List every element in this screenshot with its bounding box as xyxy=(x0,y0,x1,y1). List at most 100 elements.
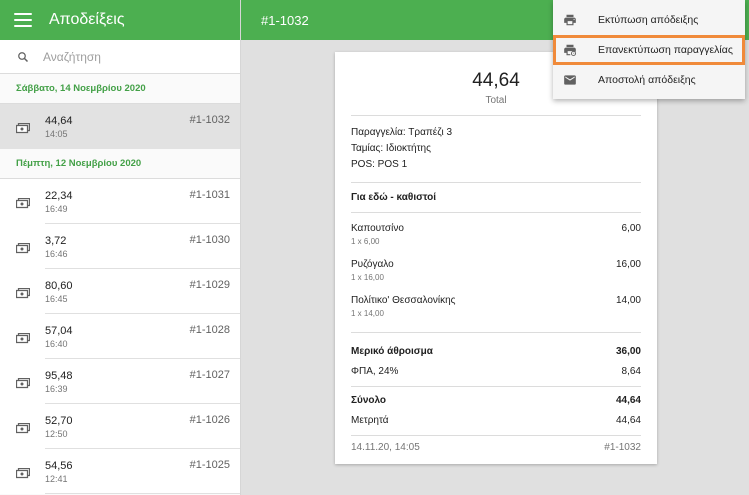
receipt-amount: 95,48 xyxy=(45,369,73,382)
receipt-amount: 57,04 xyxy=(45,324,73,337)
cash-icon xyxy=(15,331,31,344)
receipt-amount: 54,56 xyxy=(45,459,73,472)
subtotal-row: Μερικό άθροισμα 36,00 xyxy=(351,342,641,362)
item-price: 6,00 xyxy=(621,223,641,234)
line-items: Καπουτσίνο 1 x 6,00 6,00 Ρυζόγαλο 1 x 16,00 1… xyxy=(351,222,641,330)
hamburger-menu-icon[interactable] xyxy=(14,13,32,27)
line-item: Καπουτσίνο 1 x 6,00 6,00 xyxy=(351,222,641,258)
divider xyxy=(351,332,641,333)
app-bar: Αποδείξεις xyxy=(0,0,240,40)
receipt-time: 12:41 xyxy=(45,473,68,484)
divider xyxy=(351,212,641,213)
print-icon xyxy=(564,14,576,26)
receipt-number: #1-1025 xyxy=(189,459,230,471)
date-group-header: Πέμπτη, 12 Νοεμβρίου 2020 xyxy=(0,149,240,179)
divider xyxy=(351,182,641,183)
order-info: Παραγγελία: Τραπέζι 3 xyxy=(351,127,453,138)
receipt-footer-number: #1-1032 xyxy=(604,442,641,453)
receipt-number: #1-1028 xyxy=(189,324,230,336)
receipt-time: 16:45 xyxy=(45,293,68,304)
receipt-amount: 80,60 xyxy=(45,279,73,292)
line-item: Πολίτικο' Θεσσαλονίκης 1 x 14,00 14,00 xyxy=(351,294,641,330)
receipt-number: #1-1029 xyxy=(189,279,230,291)
total-label: Σύνολο xyxy=(351,395,387,406)
receipt-amount: 52,70 xyxy=(45,414,73,427)
item-quantity: 1 x 14,00 xyxy=(351,309,384,318)
receipt-datetime: 14.11.20, 14:05 xyxy=(351,442,420,453)
receipt-list-item[interactable]: 95,48 16:39 #1-1027 xyxy=(0,359,240,404)
receipt-amount: 44,64 xyxy=(45,114,73,127)
reprint-icon xyxy=(564,44,577,57)
receipt-paper: 44,64 Total Παραγγελία: Τραπέζι 3 Ταμίας… xyxy=(335,52,657,464)
vat-label: ΦΠΑ, 24% xyxy=(351,366,399,377)
receipts-list-panel: Αποδείξεις Αναζήτηση Σάββατο, 14 Νοεμβρί… xyxy=(0,0,241,495)
item-name: Πολίτικο' Θεσσαλονίκης xyxy=(351,295,456,306)
overflow-menu: Εκτύπωση απόδειξης Επανεκτύπωση παραγγελ… xyxy=(553,0,745,99)
cash-icon xyxy=(15,286,31,299)
receipt-list-item[interactable]: 22,34 16:49 #1-1031 xyxy=(0,179,240,224)
pos-info: POS: POS 1 xyxy=(351,159,408,170)
vat-row: ΦΠΑ, 24% 8,64 xyxy=(351,362,641,382)
receipt-time: 16:40 xyxy=(45,338,68,349)
receipt-time: 12:50 xyxy=(45,428,68,439)
menu-item-label: Εκτύπωση απόδειξης xyxy=(598,14,699,26)
menu-item-label: Αποστολή απόδειξης xyxy=(598,74,696,86)
search-icon xyxy=(18,51,29,62)
search-bar[interactable]: Αναζήτηση xyxy=(0,40,240,74)
item-price: 14,00 xyxy=(615,295,641,306)
receipt-number: #1-1031 xyxy=(189,189,230,201)
receipt-number: #1-1027 xyxy=(189,369,230,381)
vat-value: 8,64 xyxy=(621,366,641,377)
receipt-number: #1-1032 xyxy=(189,114,230,126)
receipt-number-title: #1-1032 xyxy=(261,12,309,28)
receipt-footer: 14.11.20, 14:05 #1-1032 xyxy=(351,442,641,453)
item-quantity: 1 x 6,00 xyxy=(351,237,380,246)
total-value: 44,64 xyxy=(615,395,641,406)
total-row: Σύνολο 44,64 xyxy=(351,391,641,411)
receipt-amount: 3,72 xyxy=(45,234,67,247)
receipt-time: 16:39 xyxy=(45,383,68,394)
date-group-header: Σάββατο, 14 Νοεμβρίου 2020 xyxy=(0,74,240,104)
cash-icon xyxy=(15,241,31,254)
receipt-detail-area: 44,64 Total Παραγγελία: Τραπέζι 3 Ταμίας… xyxy=(241,40,749,495)
receipt-list: Σάββατο, 14 Νοεμβρίου 2020 44,64 14:05 #1-1… xyxy=(0,74,240,494)
divider xyxy=(351,115,641,116)
item-price: 16,00 xyxy=(615,259,641,270)
cash-icon xyxy=(15,196,31,209)
mail-icon xyxy=(564,75,576,85)
cash-icon xyxy=(15,121,31,134)
receipt-list-item[interactable]: 52,70 12:50 #1-1026 xyxy=(0,404,240,449)
menu-item-label: Επανεκτύπωση παραγγελίας xyxy=(598,44,733,56)
receipt-list-item[interactable]: 3,72 16:46 #1-1030 xyxy=(0,224,240,269)
search-placeholder: Αναζήτηση xyxy=(43,49,101,64)
receipt-time: 14:05 xyxy=(45,128,68,139)
subtotal-label: Μερικό άθροισμα xyxy=(351,346,433,357)
receipt-time: 16:46 xyxy=(45,248,68,259)
receipt-list-item[interactable]: 54,56 12:41 #1-1025 xyxy=(0,449,240,494)
line-item: Ρυζόγαλο 1 x 16,00 16,00 xyxy=(351,258,641,294)
receipt-number: #1-1030 xyxy=(189,234,230,246)
menu-item-print-receipt[interactable]: Εκτύπωση απόδειξης xyxy=(553,5,745,35)
dining-option: Για εδώ - καθιστοί xyxy=(351,192,437,203)
divider xyxy=(351,435,641,436)
item-name: Καπουτσίνο xyxy=(351,223,404,234)
cash-row: Μετρητά 44,64 xyxy=(351,411,641,431)
divider xyxy=(45,493,240,494)
cash-value: 44,64 xyxy=(615,415,641,426)
cash-icon xyxy=(15,421,31,434)
app-title: Αποδείξεις xyxy=(49,11,125,28)
receipt-list-item[interactable]: 57,04 16:40 #1-1028 xyxy=(0,314,240,359)
receipt-list-item[interactable]: 80,60 16:45 #1-1029 xyxy=(0,269,240,314)
item-quantity: 1 x 16,00 xyxy=(351,273,384,282)
menu-item-reprint-order[interactable]: Επανεκτύπωση παραγγελίας xyxy=(553,35,745,65)
receipt-amount: 22,34 xyxy=(45,189,73,202)
menu-item-send-receipt[interactable]: Αποστολή απόδειξης xyxy=(553,65,745,95)
receipt-time: 16:49 xyxy=(45,203,68,214)
divider xyxy=(351,386,641,387)
receipt-number: #1-1026 xyxy=(189,414,230,426)
cash-icon xyxy=(15,466,31,479)
item-name: Ρυζόγαλο xyxy=(351,259,394,270)
cashier-info: Ταμίας: Ιδιοκτήτης xyxy=(351,143,431,154)
subtotal-value: 36,00 xyxy=(615,346,641,357)
receipt-list-item[interactable]: 44,64 14:05 #1-1032 xyxy=(0,104,240,149)
